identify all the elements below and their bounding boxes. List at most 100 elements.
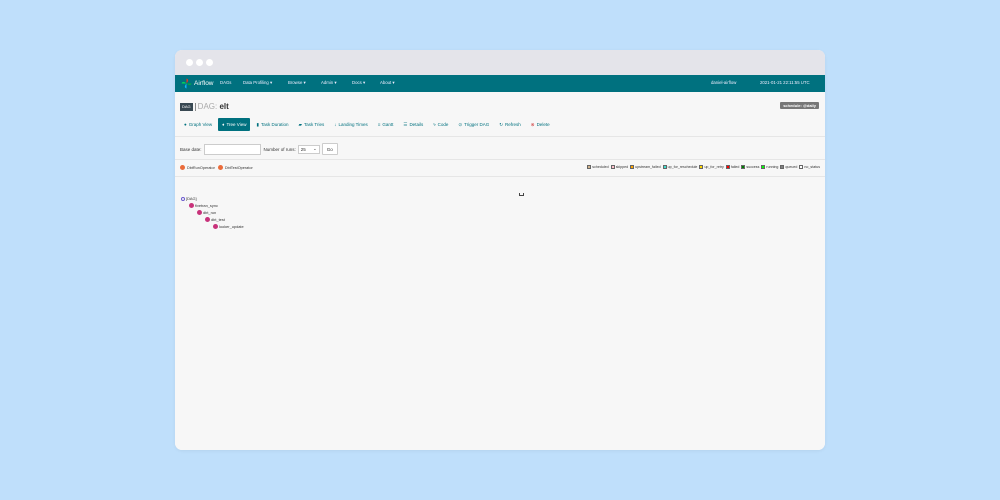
legend-item: upstream_failed bbox=[630, 165, 661, 169]
legend-item: queued bbox=[780, 165, 797, 169]
tree-node-task[interactable]: dbt_test bbox=[205, 217, 225, 222]
tab-task-duration[interactable]: ▮ Task Duration bbox=[252, 118, 292, 131]
tree-icon: ♦ bbox=[222, 122, 225, 127]
tree-filter-form: Base date: Number of runs: 25 ⌄ Go bbox=[180, 143, 338, 155]
operator-dot-icon bbox=[180, 165, 185, 170]
legend-item: running bbox=[761, 165, 778, 169]
task-node-icon bbox=[213, 224, 218, 229]
legend-swatch bbox=[699, 165, 704, 169]
browser-window: Airflow DAGs Data Profiling ▾ Browse ▾ A… bbox=[175, 50, 825, 450]
window-dot-icon[interactable] bbox=[206, 59, 213, 66]
dag-name: elt bbox=[219, 102, 229, 111]
airflow-logo[interactable]: Airflow bbox=[181, 77, 214, 90]
tree-node-task[interactable]: fivetran_sync bbox=[189, 203, 218, 208]
dag-label: DAG: bbox=[197, 102, 218, 111]
legend-item: up_for_retry bbox=[699, 165, 724, 169]
nav-about[interactable]: About ▾ bbox=[380, 80, 395, 86]
nav-data-profiling[interactable]: Data Profiling ▾ bbox=[243, 80, 272, 86]
nav-datetime: 2021-01-21 22:11:55 UTC bbox=[760, 80, 810, 85]
refresh-icon: ↻ bbox=[499, 121, 504, 127]
tab-code[interactable]: ϟ Code bbox=[429, 118, 452, 131]
gantt-icon: ≡ bbox=[377, 122, 381, 127]
tab-gantt[interactable]: ≡ Gantt bbox=[374, 118, 398, 131]
runs-select[interactable]: 25 ⌄ bbox=[297, 144, 320, 154]
landing-icon: ↓ bbox=[334, 122, 337, 127]
status-legend: scheduled skipped upstream_failed up_for_re… bbox=[585, 165, 820, 169]
header-divider bbox=[194, 102, 196, 111]
details-icon: ☰ bbox=[403, 121, 408, 127]
tab-refresh[interactable]: ↻ Refresh bbox=[495, 118, 525, 131]
operator-legend: DbtRunOperator DbtTestOperator bbox=[180, 165, 256, 170]
legend-label: up_for_reschedule bbox=[667, 165, 698, 169]
operator-item: DbtRunOperator bbox=[180, 165, 215, 170]
tab-trigger-dag[interactable]: ⊙ Trigger DAG bbox=[454, 118, 493, 131]
legend-item: success bbox=[741, 165, 759, 169]
tree-node-task[interactable]: looker_update bbox=[213, 224, 244, 229]
legend-swatch bbox=[725, 165, 730, 169]
duration-icon: ▮ bbox=[256, 121, 259, 127]
legend-label: queued bbox=[785, 165, 798, 169]
view-tabs: ● Graph View ♦ Tree View ▮ Task Duration ▰ T… bbox=[180, 118, 556, 131]
tab-delete[interactable]: ⊗ Delete bbox=[527, 118, 554, 131]
cursor-marker bbox=[519, 193, 524, 196]
legend-label: success bbox=[746, 165, 760, 169]
tab-graph-view[interactable]: ● Graph View bbox=[180, 118, 216, 131]
legend-item: skipped bbox=[610, 165, 629, 169]
nav-user[interactable]: daniel-airflow bbox=[711, 80, 736, 85]
tab-details[interactable]: ☰ Details bbox=[399, 118, 427, 131]
section-divider bbox=[175, 159, 825, 160]
dag-node-icon bbox=[181, 196, 185, 201]
tab-task-tries[interactable]: ▰ Task Tries bbox=[294, 118, 328, 131]
legend-item: failed bbox=[725, 165, 740, 169]
main-content: DAG DAG: elt schedule: @daily ● Graph Vie… bbox=[175, 92, 825, 450]
nav-browse[interactable]: Browse ▾ bbox=[288, 80, 306, 86]
nav-admin[interactable]: Admin ▾ bbox=[321, 80, 337, 86]
code-icon: ϟ bbox=[433, 122, 436, 127]
operator-item: DbtTestOperator bbox=[217, 165, 253, 170]
chevron-down-icon: ⌄ bbox=[313, 146, 317, 151]
legend-label: scheduled bbox=[592, 165, 609, 169]
section-divider bbox=[175, 136, 825, 137]
nav-dags[interactable]: DAGs bbox=[220, 80, 231, 85]
legend-item: no_status bbox=[799, 165, 820, 169]
delete-icon: ⊗ bbox=[530, 121, 535, 127]
legend-swatch bbox=[662, 165, 667, 169]
base-date-input[interactable] bbox=[203, 143, 261, 155]
legend-label: upstream_failed bbox=[635, 165, 661, 169]
airflow-pinwheel-icon bbox=[181, 78, 192, 89]
legend-item: up_for_reschedule bbox=[662, 165, 698, 169]
task-node-icon bbox=[197, 210, 202, 215]
legend-label: no_status bbox=[804, 165, 820, 169]
legend-label: running bbox=[766, 165, 779, 169]
runs-label: Number of runs: bbox=[263, 146, 296, 152]
legend-label: up_for_retry bbox=[704, 165, 724, 169]
legend-swatch bbox=[761, 165, 766, 169]
window-dot-icon[interactable] bbox=[196, 59, 203, 66]
window-dot-icon[interactable] bbox=[186, 59, 193, 66]
operator-dot-icon bbox=[217, 165, 223, 170]
legend-item: scheduled bbox=[587, 165, 609, 169]
legend-swatch bbox=[799, 165, 804, 169]
legend-swatch bbox=[587, 165, 592, 169]
brand-label: Airflow bbox=[194, 80, 214, 87]
tree-node-task[interactable]: dbt_run bbox=[197, 210, 216, 215]
schedule-badge: schedule: @daily bbox=[780, 102, 819, 109]
runs-value: 25 bbox=[300, 146, 306, 152]
tree-node-dag[interactable]: [DAG] bbox=[181, 196, 197, 201]
tab-landing-times[interactable]: ↓ Landing Times bbox=[330, 118, 372, 131]
legend-swatch bbox=[780, 165, 785, 169]
legend-swatch bbox=[630, 165, 635, 169]
graph-icon: ● bbox=[184, 122, 187, 127]
go-button[interactable]: Go bbox=[321, 143, 338, 155]
legend-label: failed bbox=[730, 165, 740, 169]
window-titlebar bbox=[175, 50, 825, 75]
base-date-label: Base date: bbox=[180, 146, 202, 152]
section-divider bbox=[175, 176, 825, 177]
legend-label: skipped bbox=[615, 165, 629, 169]
tries-icon: ▰ bbox=[298, 121, 302, 127]
nav-docs[interactable]: Docs ▾ bbox=[352, 80, 365, 86]
legend-swatch bbox=[741, 165, 746, 169]
tab-tree-view[interactable]: ♦ Tree View bbox=[218, 118, 251, 131]
task-node-icon bbox=[205, 217, 210, 222]
top-navbar: Airflow DAGs Data Profiling ▾ Browse ▾ A… bbox=[175, 75, 825, 92]
